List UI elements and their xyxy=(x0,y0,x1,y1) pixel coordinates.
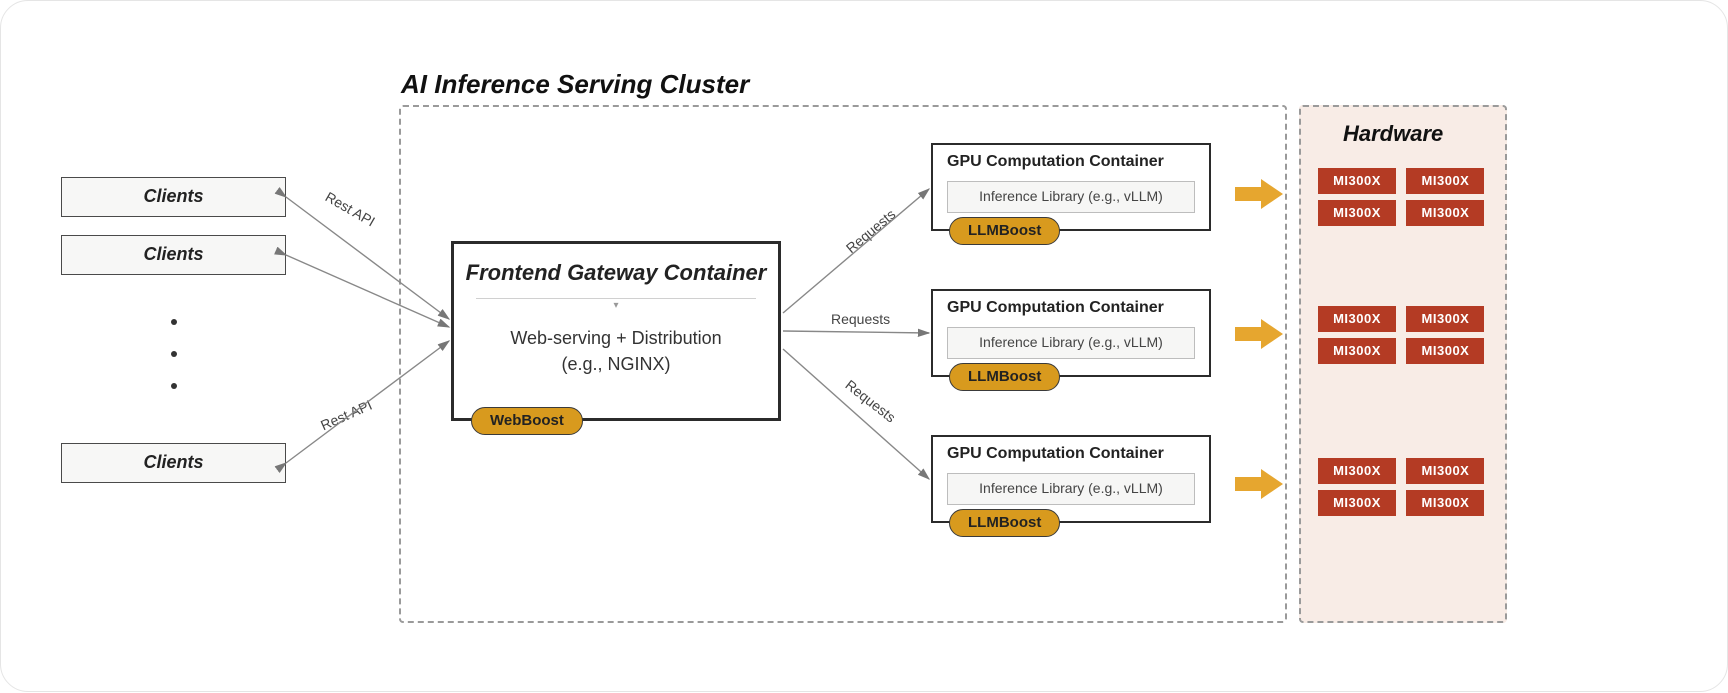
edge-label-rest-api: Rest API xyxy=(318,397,374,434)
hardware-group: MI300X MI300X MI300X MI300X xyxy=(1315,165,1490,229)
hardware-group: MI300X MI300X MI300X MI300X xyxy=(1315,455,1490,519)
gateway-line1: Web-serving + Distribution xyxy=(510,328,721,348)
ellipsis-dot xyxy=(171,319,177,325)
hw-chip: MI300X xyxy=(1406,306,1484,332)
hw-chip: MI300X xyxy=(1406,338,1484,364)
cluster-title: AI Inference Serving Cluster xyxy=(401,69,749,100)
hw-chip: MI300X xyxy=(1406,168,1484,194)
client-box: Clients xyxy=(61,235,286,275)
inference-library-box: Inference Library (e.g., vLLM) xyxy=(947,181,1195,213)
gpu-title: GPU Computation Container xyxy=(947,445,1209,463)
ellipsis-dot xyxy=(171,383,177,389)
gateway-line2: (e.g., NGINX) xyxy=(561,354,670,374)
diagram-canvas: AI Inference Serving Cluster Hardware Cl… xyxy=(0,0,1728,692)
gpu-title: GPU Computation Container xyxy=(947,153,1209,171)
ellipsis-dot xyxy=(171,351,177,357)
chevron-down-icon: ▾ xyxy=(613,300,618,311)
edge-label-requests: Requests xyxy=(831,311,890,327)
hw-chip: MI300X xyxy=(1406,200,1484,226)
divider xyxy=(476,298,756,299)
llmboost-pill: LLMBoost xyxy=(949,217,1060,245)
hw-chip: MI300X xyxy=(1406,458,1484,484)
client-box: Clients xyxy=(61,443,286,483)
gateway-subtitle: Web-serving + Distribution (e.g., NGINX) xyxy=(454,325,778,377)
hw-chip: MI300X xyxy=(1318,338,1396,364)
arrow-icon xyxy=(1235,179,1283,209)
hardware-group: MI300X MI300X MI300X MI300X xyxy=(1315,303,1490,367)
inference-library-box: Inference Library (e.g., vLLM) xyxy=(947,473,1195,505)
arrow-icon xyxy=(1235,469,1283,499)
client-box: Clients xyxy=(61,177,286,217)
arrow-icon xyxy=(1235,319,1283,349)
hw-chip: MI300X xyxy=(1318,490,1396,516)
hw-chip: MI300X xyxy=(1406,490,1484,516)
llmboost-pill: LLMBoost xyxy=(949,509,1060,537)
frontend-gateway-container: Frontend Gateway Container ▾ Web-serving… xyxy=(451,241,781,421)
hw-chip: MI300X xyxy=(1318,168,1396,194)
edge-label-rest-api: Rest API xyxy=(323,188,378,229)
hardware-title: Hardware xyxy=(1343,121,1443,147)
hw-chip: MI300X xyxy=(1318,306,1396,332)
hw-chip: MI300X xyxy=(1318,458,1396,484)
webboost-pill: WebBoost xyxy=(471,407,583,435)
gateway-title: Frontend Gateway Container xyxy=(454,260,778,286)
inference-library-box: Inference Library (e.g., vLLM) xyxy=(947,327,1195,359)
llmboost-pill: LLMBoost xyxy=(949,363,1060,391)
gpu-title: GPU Computation Container xyxy=(947,299,1209,317)
hw-chip: MI300X xyxy=(1318,200,1396,226)
